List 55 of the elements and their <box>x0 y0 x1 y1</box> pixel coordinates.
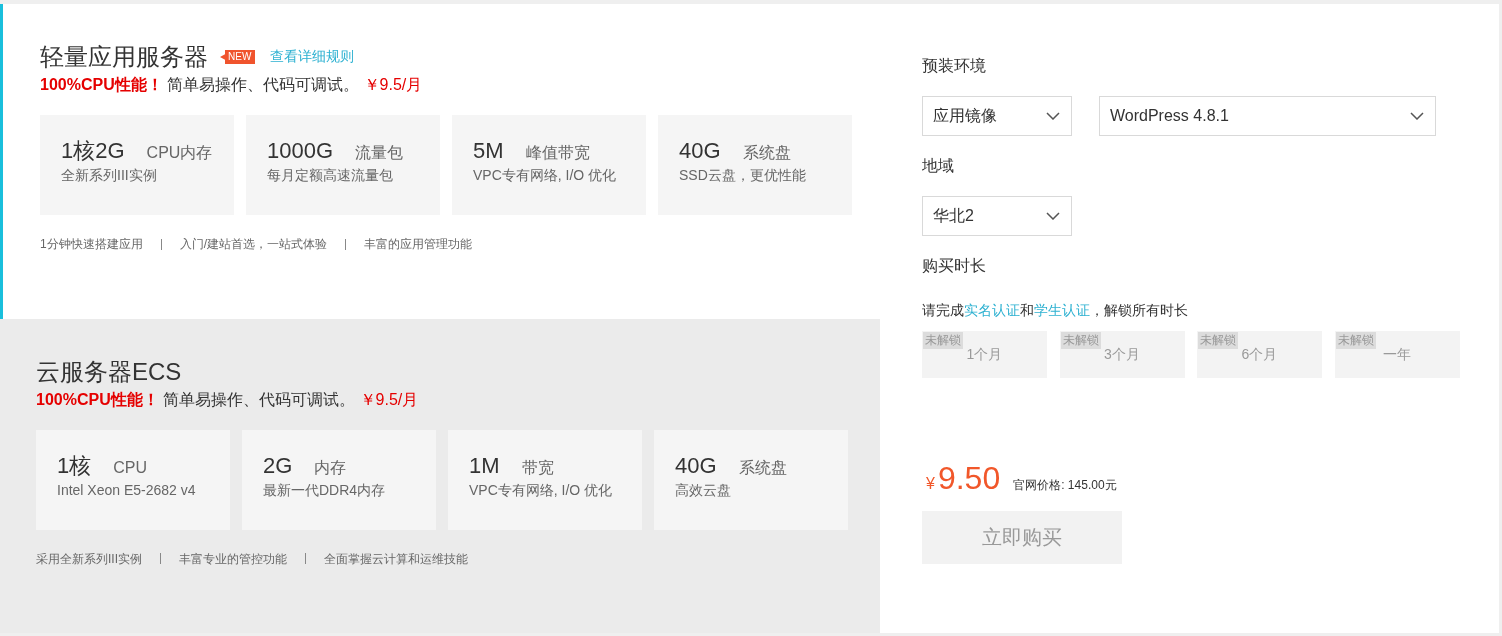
spec-unit: 系统盘 <box>738 457 787 478</box>
product-tagline: 100%CPU性能！ 简单易操作、代码可调试。 ￥9.5/月 <box>40 75 424 95</box>
rules-link[interactable]: 查看详细规则 <box>270 48 355 66</box>
dropdown-select[interactable]: 华北2 <box>922 196 1072 236</box>
lock-badge: 未解锁 <box>1060 332 1101 349</box>
feature-text: 入门/建站首选，一站式体验 <box>179 237 328 251</box>
spec-description: 高效云盘 <box>675 480 732 500</box>
spec-unit: 系统盘 <box>742 143 791 163</box>
field-label: 预装环境 <box>922 56 987 76</box>
spec-description: VPC专有网络, I/O 优化 <box>469 480 614 500</box>
spec-unit: 带宽 <box>521 457 554 478</box>
list-price: 官网价格: 145.00元 <box>1013 477 1117 494</box>
spec-unit: CPU <box>113 458 148 477</box>
spec-unit: 峰值带宽 <box>525 143 590 163</box>
product-title: 云服务器ECS <box>36 356 182 387</box>
price-value: ¥9.50 <box>925 459 1001 498</box>
spec-unit: 流量包 <box>355 143 404 163</box>
product-tagline: 100%CPU性能！ 简单易操作、代码可调试。 ￥9.5/月 <box>36 389 420 410</box>
spec-unit: CPU内存 <box>146 143 213 163</box>
new-badge: NEW <box>220 50 256 64</box>
field-label: 购买时长 <box>922 256 987 276</box>
unlock-note: 请完成实名认证和学生认证，解锁所有时长 <box>922 301 1189 320</box>
lock-badge: 未解锁 <box>923 332 963 349</box>
spec-value: 40G <box>675 451 717 480</box>
spec-description: 最新一代DDR4内存 <box>263 480 387 500</box>
feature-text: 丰富的应用管理功能 <box>364 237 473 251</box>
dropdown-select[interactable]: 应用镜像 <box>922 96 1072 136</box>
feature-text: 全面掌握云计算和运维技能 <box>324 551 468 566</box>
verification-link[interactable]: 学生认证 <box>1034 302 1090 318</box>
lock-badge: 未解锁 <box>1198 332 1238 349</box>
feature-text: 1分钟快速搭建应用 <box>40 237 143 251</box>
spec-description: VPC专有网络, I/O 优化 <box>473 166 618 185</box>
spec-value: 1核 <box>57 451 92 480</box>
product-title: 轻量应用服务器 <box>40 42 208 72</box>
chevron-down-icon <box>1046 112 1060 120</box>
chevron-down-icon <box>1046 212 1060 220</box>
spec-description: 全新系列III实例 <box>61 166 158 185</box>
spec-value: 40G <box>679 137 721 165</box>
lock-badge: 未解锁 <box>1335 332 1376 349</box>
spec-value: 2G <box>263 451 293 480</box>
spec-description: 每月定额高速流量包 <box>267 166 394 185</box>
spec-value: 1000G <box>267 137 334 165</box>
spec-description: Intel Xeon E5-2682 v4 <box>57 480 197 500</box>
chevron-down-icon <box>1410 112 1424 120</box>
verification-link[interactable]: 实名认证 <box>964 302 1020 318</box>
spec-unit: 内存 <box>314 457 347 478</box>
field-label: 地域 <box>922 156 955 176</box>
spec-value: 5M <box>473 137 504 165</box>
feature-text: 丰富专业的管控功能 <box>179 551 287 566</box>
feature-text: 采用全新系列III实例 <box>36 551 142 566</box>
spec-value: 1核2G <box>61 137 125 165</box>
spec-description: SSD云盘，更优性能 <box>679 166 807 185</box>
product-panel[interactable]: 云服务器ECS 100%CPU性能！ 简单易操作、代码可调试。 ￥9.5/月 1核 CPU Intel Xeon E5-2682 v4 2G 内存 最新一代DDR4内存 1M 带宽 VPC专有网络, I/O 优化 40G 系统盘 高效云盘 采用全新系列III实例 丰富专业的管控功能 全面掌握云计算和运维技能 <box>0 318 880 633</box>
dropdown-select[interactable]: WordPress 4.8.1 <box>1099 96 1436 136</box>
spec-value: 1M <box>469 451 500 480</box>
